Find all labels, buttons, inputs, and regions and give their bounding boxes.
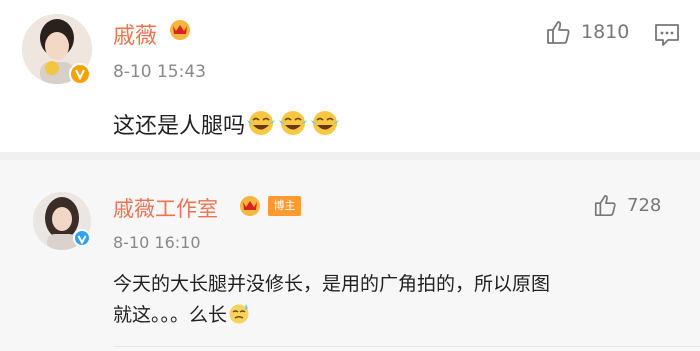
like-count: 728 bbox=[627, 194, 662, 216]
bottom-divider bbox=[113, 346, 700, 347]
blogger-badge: 博主 bbox=[268, 196, 301, 216]
comment-text: 今天的大长腿并没修长，是用的广角拍的，所以原图 就这。。。么长 bbox=[113, 269, 673, 334]
comment-time: 8-10 16:10 bbox=[113, 233, 201, 252]
comment-2: 戚薇工作室 博主 8-10 16:10 今天的大长腿并没修长，是用的广角拍的，所… bbox=[0, 0, 700, 351]
thumbs-up-icon bbox=[594, 194, 616, 216]
sweat-emoji-icon bbox=[227, 302, 251, 334]
username[interactable]: 戚薇工作室 bbox=[113, 193, 218, 223]
like-button[interactable]: 728 bbox=[593, 193, 661, 217]
crown-icon bbox=[237, 195, 263, 221]
verified-v-icon bbox=[73, 229, 91, 247]
